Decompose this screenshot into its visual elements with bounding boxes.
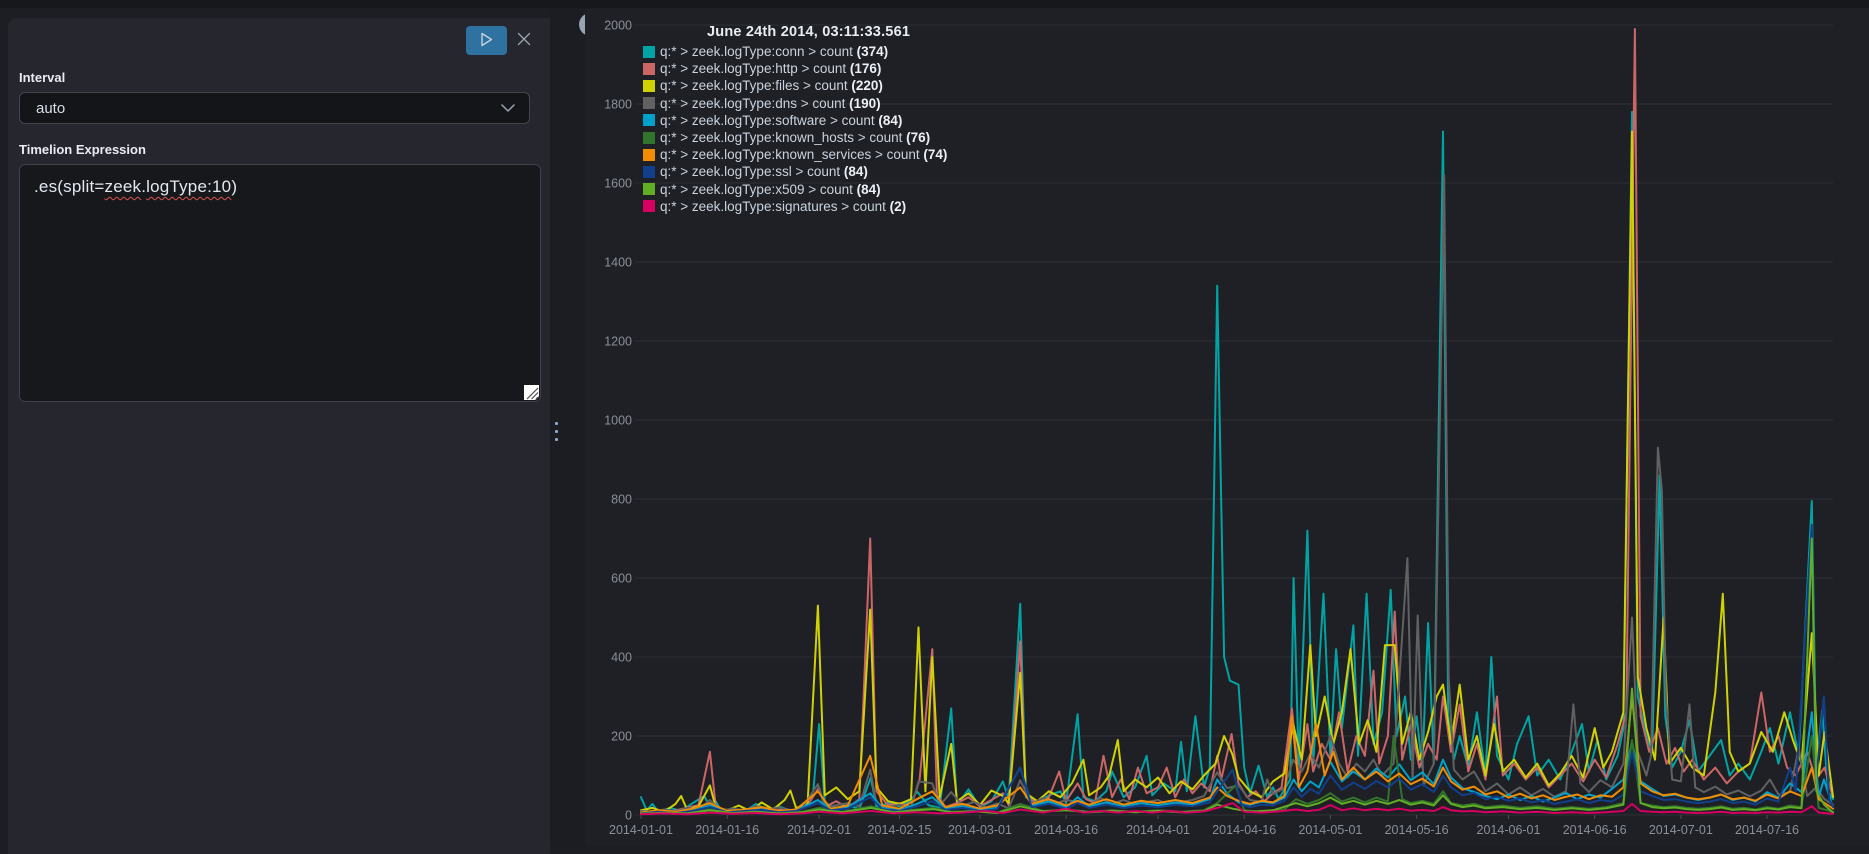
legend-label: q:* > zeek.logType:dns > count <box>660 95 850 111</box>
legend-label: q:* > zeek.logType:known_hosts > count <box>660 130 907 146</box>
misspelled-word: logType:10 <box>146 177 232 196</box>
y-axis-label: 200 <box>611 730 632 744</box>
y-axis-label: 2000 <box>604 19 632 33</box>
x-axis-label: 2014-03-16 <box>1034 823 1098 837</box>
x-axis-label: 2014-05-16 <box>1385 823 1449 837</box>
panel-resize-divider[interactable] <box>550 8 585 846</box>
x-axis-label: 2014-07-16 <box>1735 823 1799 837</box>
interval-label: Interval <box>19 70 66 85</box>
legend-label: q:* > zeek.logType:x509 > count <box>660 181 857 197</box>
editor-panel-region: Interval auto Timelion Expression .es(sp… <box>0 8 550 854</box>
legend-swatch <box>643 97 655 110</box>
drag-handle-icon <box>555 422 558 441</box>
series-line <box>640 110 1835 813</box>
legend-label: q:* > zeek.logType:files > count <box>660 78 852 94</box>
y-axis-label: 1800 <box>604 98 632 112</box>
series-line <box>640 174 1835 814</box>
legend-label: q:* > zeek.logType:ssl > count <box>660 164 844 180</box>
legend-label: q:* > zeek.logType:signatures > count <box>660 198 890 214</box>
legend-hover-value: (2) <box>889 198 907 214</box>
x-axis-label: 2014-03-01 <box>948 823 1012 837</box>
legend-hover-value: (220) <box>851 78 883 94</box>
x-axis-label: 2014-06-16 <box>1563 823 1627 837</box>
hover-timestamp: June 24th 2014, 03:11:33.561 <box>707 24 911 40</box>
top-bar <box>0 0 1869 8</box>
legend-hover-value: (190) <box>849 95 881 111</box>
legend-swatch <box>643 62 655 75</box>
legend-label: q:* > zeek.logType:software > count <box>660 112 879 128</box>
legend-hover-value: (84) <box>878 112 903 128</box>
legend-item: q:* > zeek.logType:software > count (84) <box>643 112 947 129</box>
legend-swatch <box>643 200 655 213</box>
legend-item: q:* > zeek.logType:files > count (220) <box>643 77 947 94</box>
legend-item: q:* > zeek.logType:signatures > count (2… <box>643 198 947 215</box>
legend-item: q:* > zeek.logType:conn > count (374) <box>643 43 947 60</box>
x-axis-label: 2014-04-01 <box>1126 823 1190 837</box>
legend-item: q:* > zeek.logType:http > count (176) <box>643 60 947 77</box>
legend-swatch <box>643 45 655 58</box>
y-axis-label: 800 <box>611 493 632 507</box>
legend-hover-value: (84) <box>843 164 868 180</box>
x-axis-label: 2014-05-01 <box>1298 823 1362 837</box>
editor-toolbar <box>8 18 550 55</box>
expression-label: Timelion Expression <box>19 142 146 157</box>
y-axis-label: 600 <box>611 572 632 586</box>
chart-legend: June 24th 2014, 03:11:33.561 q:* > zeek.… <box>643 24 947 215</box>
legend-hover-value: (74) <box>923 147 948 163</box>
legend-item: q:* > zeek.logType:known_hosts > count (… <box>643 129 947 146</box>
y-axis-label: 400 <box>611 651 632 665</box>
legend-item: q:* > zeek.logType:x509 > count (84) <box>643 181 947 198</box>
legend-swatch <box>643 165 655 178</box>
chart-panel: 0 200 400 600 800 1000 1200 1400 1600 1800 2000 201… <box>585 8 1869 846</box>
play-icon <box>480 32 493 50</box>
legend-item: q:* > zeek.logType:ssl > count (84) <box>643 163 947 180</box>
y-axis-label: 1000 <box>604 414 632 428</box>
close-editor-button[interactable] <box>513 30 535 52</box>
run-expression-button[interactable] <box>466 26 507 55</box>
x-axis-label: 2014-02-15 <box>868 823 932 837</box>
legend-label: q:* > zeek.logType:known_services > coun… <box>660 147 924 163</box>
expression-text: .es(split=zeek.logType:10) <box>34 177 238 196</box>
legend-item: q:* > zeek.logType:known_services > coun… <box>643 146 947 163</box>
x-axis-label: 2014-01-16 <box>695 823 759 837</box>
legend-hover-value: (176) <box>849 61 882 77</box>
timelion-expression-input[interactable]: .es(split=zeek.logType:10) <box>19 164 541 402</box>
x-axis-label: 2014-01-01 <box>609 823 673 837</box>
textarea-resize-handle[interactable] <box>524 385 539 400</box>
legend-swatch <box>643 131 655 144</box>
legend-item: q:* > zeek.logType:dns > count (190) <box>643 95 947 112</box>
legend-swatch <box>643 148 655 161</box>
series-line <box>640 130 1835 813</box>
interval-value: auto <box>36 99 66 117</box>
interval-select[interactable]: auto <box>19 92 530 124</box>
legend-label: q:* > zeek.logType:conn > count <box>660 44 857 60</box>
y-axis-label: 1600 <box>604 177 632 191</box>
x-axis-label: 2014-06-01 <box>1477 823 1541 837</box>
legend-hover-value: (76) <box>906 130 931 146</box>
x-axis-label: 2014-07-01 <box>1649 823 1713 837</box>
legend-swatch <box>643 79 655 92</box>
legend-label: q:* > zeek.logType:http > count <box>660 61 850 77</box>
y-axis-label: 1400 <box>604 256 632 270</box>
timelion-editor-panel: Interval auto Timelion Expression .es(sp… <box>8 18 550 854</box>
x-axis-label: 2014-04-16 <box>1212 823 1276 837</box>
misspelled-word: zeek <box>104 177 142 196</box>
legend-hover-value: (374) <box>856 44 889 60</box>
legend-swatch <box>643 114 655 127</box>
legend-items: q:* > zeek.logType:conn > count (374) q:*… <box>643 43 947 215</box>
legend-hover-value: (84) <box>856 181 881 197</box>
legend-swatch <box>643 183 655 196</box>
close-icon <box>517 32 531 49</box>
y-axis-label: 1200 <box>604 335 632 349</box>
chevron-down-icon <box>501 99 515 117</box>
y-axis-label: 0 <box>625 809 632 823</box>
x-axis-label: 2014-02-01 <box>787 823 851 837</box>
